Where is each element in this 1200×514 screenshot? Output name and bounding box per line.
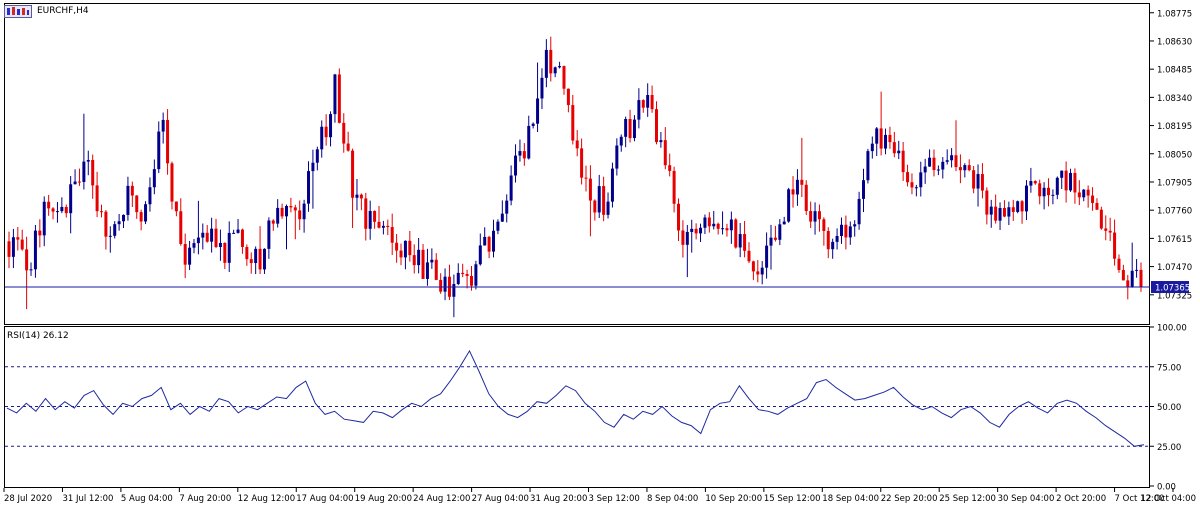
price-tick-label: 1.08485 — [1157, 66, 1192, 76]
time-tick-label: 31 Aug 20:00 — [530, 494, 587, 504]
price-tick-label: 1.07615 — [1157, 235, 1192, 245]
time-tick-label: 24 Aug 12:00 — [413, 494, 470, 504]
candle — [337, 68, 341, 124]
candle — [804, 180, 808, 215]
chart-canvas[interactable]: 1.08775 1.08630 1.08485 1.08340 1.08195 1.080… — [0, 0, 1200, 510]
candle — [1016, 200, 1020, 214]
time-tick-label: 28 Jul 2020 — [4, 494, 52, 504]
time-tick-label: 7 Aug 20:00 — [179, 494, 231, 504]
time-tick-label: 5 Aug 04:00 — [121, 494, 173, 504]
rsi-tick-label: 50.00 — [1157, 403, 1181, 413]
candle — [144, 201, 148, 225]
candle — [734, 218, 738, 249]
rsi-tick-label: 100.00 — [1157, 324, 1187, 334]
time-tick-label: 12 Oct 04:00 — [1141, 494, 1196, 504]
candle — [866, 148, 870, 184]
time-tick-label: 25 Sep 12:00 — [939, 494, 996, 504]
chart-title: EURCHF,H4 — [37, 6, 89, 16]
candle — [610, 162, 614, 208]
time-tick-label: 18 Sep 04:00 — [822, 494, 879, 504]
rsi-label: RSI(14) 26.12 — [7, 331, 69, 341]
price-tick-label: 1.08630 — [1157, 37, 1192, 47]
time-tick-label: 17 Aug 04:00 — [296, 494, 353, 504]
price-tick-label: 1.07470 — [1157, 263, 1192, 273]
rsi-tick-label: 75.00 — [1157, 363, 1181, 373]
time-tick-label: 15 Sep 12:00 — [764, 494, 821, 504]
chart-title-bar: EURCHF,H4 — [4, 3, 89, 19]
time-tick-label: 3 Sep 12:00 — [589, 494, 640, 504]
price-tick-label: 1.08195 — [1157, 122, 1192, 132]
candle — [1099, 206, 1103, 230]
time-tick-label: 27 Aug 04:00 — [472, 494, 529, 504]
chart-window: 1.08775 1.08630 1.08485 1.08340 1.08195 1.080… — [0, 0, 1200, 510]
time-tick-label: 10 Sep 20:00 — [705, 494, 762, 504]
price-tick-label: 1.08340 — [1157, 94, 1192, 104]
price-tick-label: 1.08775 — [1157, 9, 1192, 19]
candle — [474, 260, 478, 290]
time-tick-label: 2 Oct 20:00 — [1056, 494, 1106, 504]
time-tick-label: 30 Sep 04:00 — [998, 494, 1055, 504]
time-tick-label: 12 Aug 12:00 — [238, 494, 295, 504]
main-chart-frame — [4, 3, 1150, 325]
time-tick-label: 8 Sep 04:00 — [647, 494, 698, 504]
time-tick-label: 19 Aug 20:00 — [355, 494, 412, 504]
current-price-label: 1.07365 — [1155, 284, 1190, 294]
price-tick-label: 1.08050 — [1157, 150, 1192, 160]
time-tick-label: 22 Sep 20:00 — [881, 494, 938, 504]
time-tick-label: 31 Jul 12:00 — [62, 494, 113, 504]
rsi-tick-label: 25.00 — [1157, 443, 1181, 453]
chart-window-icon[interactable] — [4, 4, 32, 18]
price-tick-label: 1.07760 — [1157, 207, 1192, 217]
candle — [787, 187, 791, 223]
price-tick-label: 1.07905 — [1157, 178, 1192, 188]
